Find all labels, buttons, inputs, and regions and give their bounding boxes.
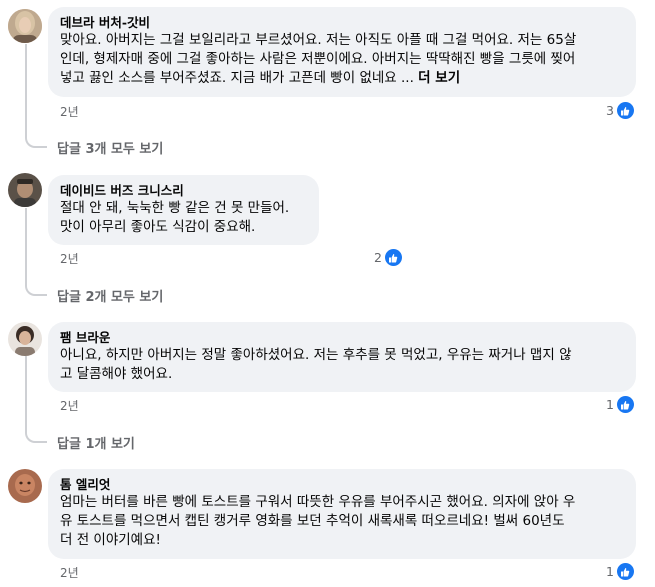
comment-line: 유 토스트를 먹으면서 캡틴 캥거루 영화를 보던 추억이 새록새록 떠오르네요… — [60, 513, 565, 529]
avatar[interactable] — [8, 173, 42, 207]
thread-elbow — [25, 136, 47, 148]
comment-author[interactable]: 데브라 버처-갓비 — [60, 14, 624, 31]
reaction-count: 1 — [606, 397, 614, 412]
reaction-summary[interactable]: 2 — [370, 249, 403, 266]
comment-line: 엄마는 버터를 바른 빵에 토스트를 구워서 따뜻한 우유를 부어주시곤 했어요… — [60, 494, 576, 510]
comment-line: 고 달콤해야 했어요. — [60, 366, 173, 382]
comment-bubble: 톰 엘리엇 엄마는 버터를 바른 빵에 토스트를 구워서 따뜻한 우유를 부어주… — [48, 469, 636, 559]
avatar-photo — [8, 469, 42, 503]
comment-line: 맞아요. 아버지는 그걸 보일리라고 부르셨어요. 저는 아직도 아플 때 그걸… — [60, 32, 577, 48]
avatar[interactable] — [8, 9, 42, 43]
reaction-count: 3 — [606, 103, 614, 118]
avatar[interactable] — [8, 469, 42, 503]
comment-author[interactable]: 톰 엘리엇 — [60, 476, 624, 493]
thread-elbow — [25, 431, 47, 443]
comment-text: 엄마는 버터를 바른 빵에 토스트를 구워서 따뜻한 우유를 부어주시곤 했어요… — [60, 493, 624, 550]
thread-elbow — [25, 284, 47, 296]
comment-line: 인데, 형제자매 중에 그걸 좋아하는 사람은 저뿐이에요. 아버지는 딱딱해진… — [60, 51, 576, 67]
thumbs-up-like-icon — [616, 396, 634, 413]
comment-timestamp[interactable]: 2년 — [60, 250, 79, 267]
comment-line: 더 전 이야기예요! — [60, 532, 161, 548]
comment-text: 맞아요. 아버지는 그걸 보일리라고 부르셨어요. 저는 아직도 아플 때 그걸… — [60, 31, 624, 88]
reaction-count: 1 — [606, 564, 614, 579]
comment-line: 맛이 아무리 좋아도 식감이 중요해. — [60, 219, 256, 235]
reaction-count: 2 — [374, 250, 382, 265]
avatar-photo — [8, 9, 42, 43]
comment-author[interactable]: 데이비드 버즈 크니스리 — [60, 182, 307, 199]
view-replies-link[interactable]: 답글 3개 모두 보기 — [57, 138, 163, 157]
avatar-photo — [8, 322, 42, 356]
comment-text: 절대 안 돼, 눅눅한 빵 같은 건 못 만들어. 맛이 아무리 좋아도 식감이… — [60, 199, 307, 237]
view-replies-link[interactable]: 답글 1개 보기 — [57, 433, 135, 452]
reaction-summary[interactable]: 1 — [602, 563, 635, 580]
comment-timestamp[interactable]: 2년 — [60, 397, 79, 414]
comment-bubble: 팸 브라운 아니요, 하지만 아버지는 정말 좋아하셨어요. 저는 후추를 못 … — [48, 322, 636, 392]
comment-line: 절대 안 돼, 눅눅한 빵 같은 건 못 만들어. — [60, 200, 290, 216]
comment-line: 아니요, 하지만 아버지는 정말 좋아하셨어요. 저는 후추를 못 먹었고, 우… — [60, 347, 572, 363]
reaction-summary[interactable]: 1 — [602, 396, 635, 413]
comment-timestamp[interactable]: 2년 — [60, 103, 79, 120]
comment-bubble: 데이비드 버즈 크니스리 절대 안 돼, 눅눅한 빵 같은 건 못 만들어. 맛… — [48, 175, 319, 245]
comment-line: 넣고 끓인 소스를 부어주셨죠. 지금 배가 고픈데 빵이 없네요 ... — [60, 70, 414, 86]
reaction-summary[interactable]: 3 — [602, 102, 635, 119]
avatar-photo — [8, 173, 42, 207]
comment-text: 아니요, 하지만 아버지는 정말 좋아하셨어요. 저는 후추를 못 먹었고, 우… — [60, 346, 624, 384]
thread-line — [25, 44, 27, 138]
thumbs-up-like-icon — [616, 102, 634, 119]
view-replies-link[interactable]: 답글 2개 모두 보기 — [57, 286, 163, 305]
comment-author[interactable]: 팸 브라운 — [60, 329, 624, 346]
comment-timestamp[interactable]: 2년 — [60, 564, 79, 581]
see-more-link[interactable]: 더 보기 — [418, 70, 460, 86]
thumbs-up-like-icon — [616, 563, 634, 580]
thumbs-up-like-icon — [384, 249, 402, 266]
thread-line — [25, 355, 27, 433]
avatar[interactable] — [8, 322, 42, 356]
thread-line — [25, 208, 27, 286]
comment-bubble: 데브라 버처-갓비 맞아요. 아버지는 그걸 보일리라고 부르셨어요. 저는 아… — [48, 7, 636, 97]
